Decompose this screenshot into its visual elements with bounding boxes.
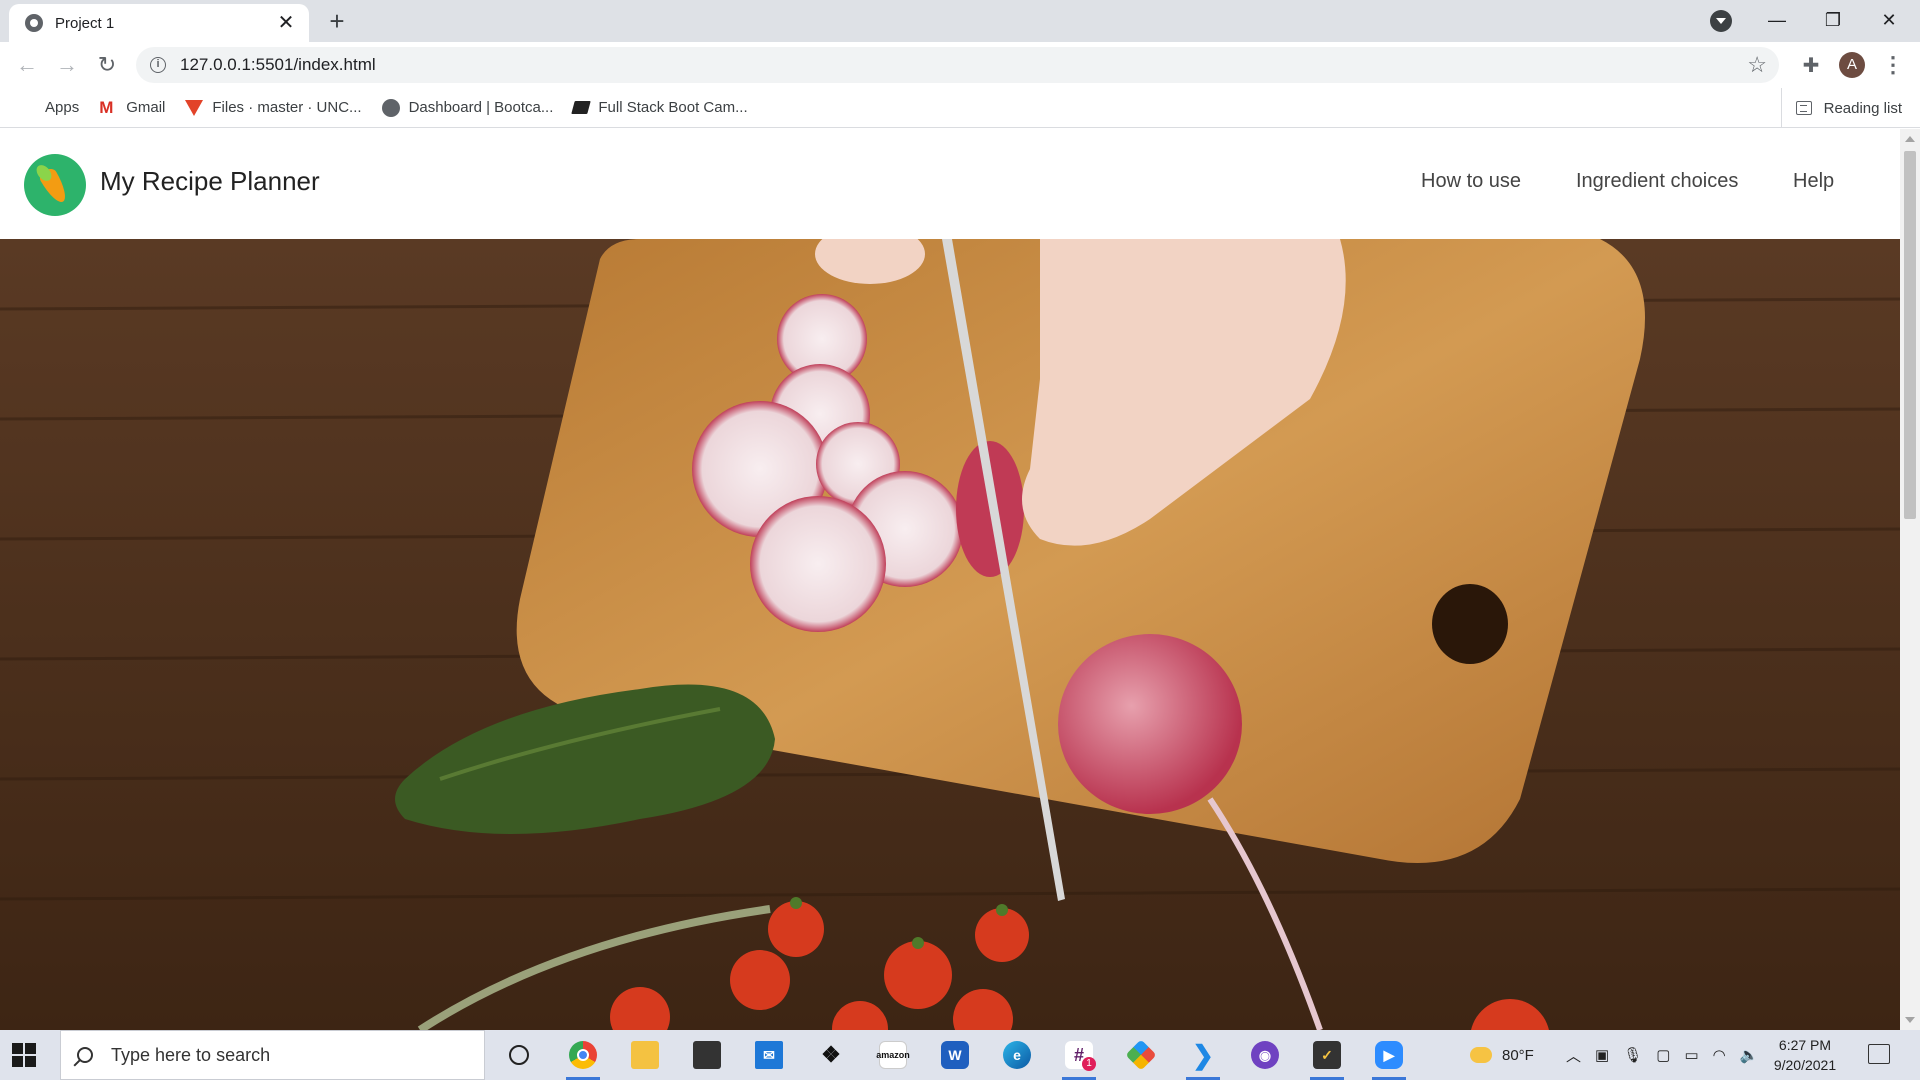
clock-date: 9/20/2021 [1773, 1057, 1837, 1073]
file-explorer-icon[interactable] [622, 1035, 668, 1075]
github-icon[interactable]: ◉ [1242, 1035, 1288, 1075]
minimize-button[interactable]: — [1749, 0, 1805, 40]
bookmarks-bar: Apps M Gmail Files · master · UNC... Das… [0, 88, 1920, 128]
bookmark-label: Apps [45, 99, 80, 116]
edge-icon[interactable]: e [994, 1035, 1040, 1075]
bookmark-label: Full Stack Boot Cam... [598, 99, 748, 116]
site-title: My Recipe Planner [100, 166, 320, 196]
cutting-board-photo [0, 239, 1900, 1030]
bookmark-bootcamp[interactable]: Full Stack Boot Cam... [571, 99, 748, 116]
wifi-icon[interactable]: ◠ [1713, 1046, 1726, 1064]
scroll-down-icon[interactable] [1905, 1017, 1915, 1023]
windows-taskbar: Type here to search ✉ ❖ amazon W e # 1 ❯… [0, 1030, 1920, 1080]
book-icon [571, 101, 592, 114]
notification-badge: 1 [1082, 1057, 1096, 1071]
search-icon [77, 1047, 93, 1063]
tab-title: Project 1 [55, 14, 115, 32]
kebab-menu-icon[interactable]: ⋮ [1878, 50, 1908, 80]
clock[interactable]: 6:27 PM 9/20/2021 [1760, 1035, 1850, 1075]
chevron-up-icon[interactable]: ︿ [1566, 1045, 1581, 1066]
weather-temp: 80°F [1502, 1046, 1534, 1064]
scrollbar-thumb[interactable] [1904, 151, 1916, 519]
microphone-icon[interactable]: 🎙 [1623, 1046, 1642, 1064]
nav-ingredient-choices[interactable]: Ingredient choices [1576, 170, 1738, 193]
logo[interactable] [24, 154, 86, 216]
whole-radish [1058, 634, 1242, 814]
chrome-icon[interactable] [560, 1035, 606, 1080]
site-info-icon[interactable]: i [150, 57, 166, 73]
page-scrollbar[interactable] [1900, 129, 1920, 1030]
site-header: My Recipe Planner How to use Ingredient … [0, 129, 1900, 239]
avatar[interactable]: A [1839, 52, 1865, 78]
tab-search-icon[interactable] [1710, 10, 1732, 32]
clock-time: 6:27 PM [1778, 1037, 1832, 1053]
new-tab-button[interactable]: + [323, 8, 351, 36]
reload-icon[interactable]: ↻ [90, 48, 124, 82]
word-icon[interactable]: W [932, 1035, 978, 1075]
dropbox-icon[interactable]: ❖ [808, 1035, 854, 1075]
apps-grid-icon [18, 99, 36, 117]
scroll-up-icon[interactable] [1905, 136, 1915, 142]
gitlab-icon [185, 99, 204, 116]
bookmark-dashboard[interactable]: Dashboard | Bootca... [381, 98, 554, 117]
vscode-icon[interactable]: ❯ [1180, 1035, 1226, 1080]
volume-icon[interactable]: 🔈 [1740, 1046, 1759, 1064]
bookmark-label: Gmail [126, 99, 166, 116]
weather-widget[interactable]: 80°F [1470, 1030, 1534, 1080]
back-icon[interactable]: ← [10, 48, 44, 82]
globe-icon [25, 14, 43, 32]
tab-strip: Project 1 ✕ + — ❐ ✕ [0, 0, 1920, 42]
monitor-icon[interactable]: ▢ [1656, 1046, 1670, 1064]
close-tab-icon[interactable]: ✕ [275, 12, 297, 34]
notification-center-icon[interactable] [1868, 1044, 1890, 1064]
close-window-button[interactable]: ✕ [1861, 0, 1917, 40]
browser-toolbar: ← → ↻ i 127.0.0.1:5501/index.html ☆ ✚ A … [0, 42, 1920, 88]
reading-list-icon [1795, 101, 1812, 115]
reading-list-label: Reading list [1823, 99, 1902, 117]
git-icon[interactable] [1118, 1035, 1164, 1075]
forward-icon[interactable]: → [50, 48, 84, 82]
reading-list-button[interactable]: Reading list [1780, 88, 1902, 128]
store-icon[interactable] [684, 1035, 730, 1075]
battery-icon[interactable]: ▭ [1684, 1046, 1698, 1064]
board-hole [1432, 584, 1508, 664]
meet-icon[interactable]: ▣ [1595, 1046, 1609, 1064]
page-viewport: My Recipe Planner How to use Ingredient … [0, 129, 1900, 1030]
maximize-button[interactable]: ❐ [1805, 0, 1861, 40]
system-tray: ︿ ▣ 🎙 ▢ ▭ ◠ 🔈 [1566, 1030, 1758, 1080]
cortana-icon[interactable] [496, 1035, 542, 1075]
browser-tab[interactable]: Project 1 ✕ [9, 4, 309, 42]
bookmark-gitlab[interactable]: Files · master · UNC... [185, 99, 362, 116]
zoom-icon[interactable]: ▶ [1366, 1035, 1412, 1080]
globe-icon [381, 98, 400, 117]
bookmark-apps[interactable]: Apps [18, 99, 79, 117]
nav-how-to-use[interactable]: How to use [1421, 170, 1521, 193]
slack-icon[interactable]: # 1 [1056, 1035, 1102, 1080]
bookmark-label: Dashboard | Bootca... [408, 99, 554, 116]
windows-start-icon[interactable] [12, 1043, 36, 1067]
taskbar-search[interactable]: Type here to search [60, 1030, 485, 1080]
weather-icon [1470, 1047, 1492, 1063]
taskbar-search-placeholder: Type here to search [111, 1044, 271, 1065]
hero-image [0, 239, 1900, 1030]
gmail-icon: M [99, 97, 114, 117]
bookmark-label: Files · master · UNC... [212, 99, 362, 116]
tasks-icon[interactable]: ✓ [1304, 1035, 1350, 1080]
bookmark-star-icon[interactable]: ☆ [1747, 52, 1767, 78]
nav-help[interactable]: Help [1793, 170, 1834, 193]
mail-icon[interactable]: ✉ [746, 1035, 792, 1075]
bookmark-gmail[interactable]: M Gmail [99, 97, 166, 117]
url-text[interactable]: 127.0.0.1:5501/index.html [180, 55, 1747, 75]
extensions-icon[interactable]: ✚ [1796, 50, 1826, 80]
amazon-icon[interactable]: amazon [870, 1035, 916, 1075]
address-bar[interactable]: i 127.0.0.1:5501/index.html ☆ [136, 47, 1779, 83]
